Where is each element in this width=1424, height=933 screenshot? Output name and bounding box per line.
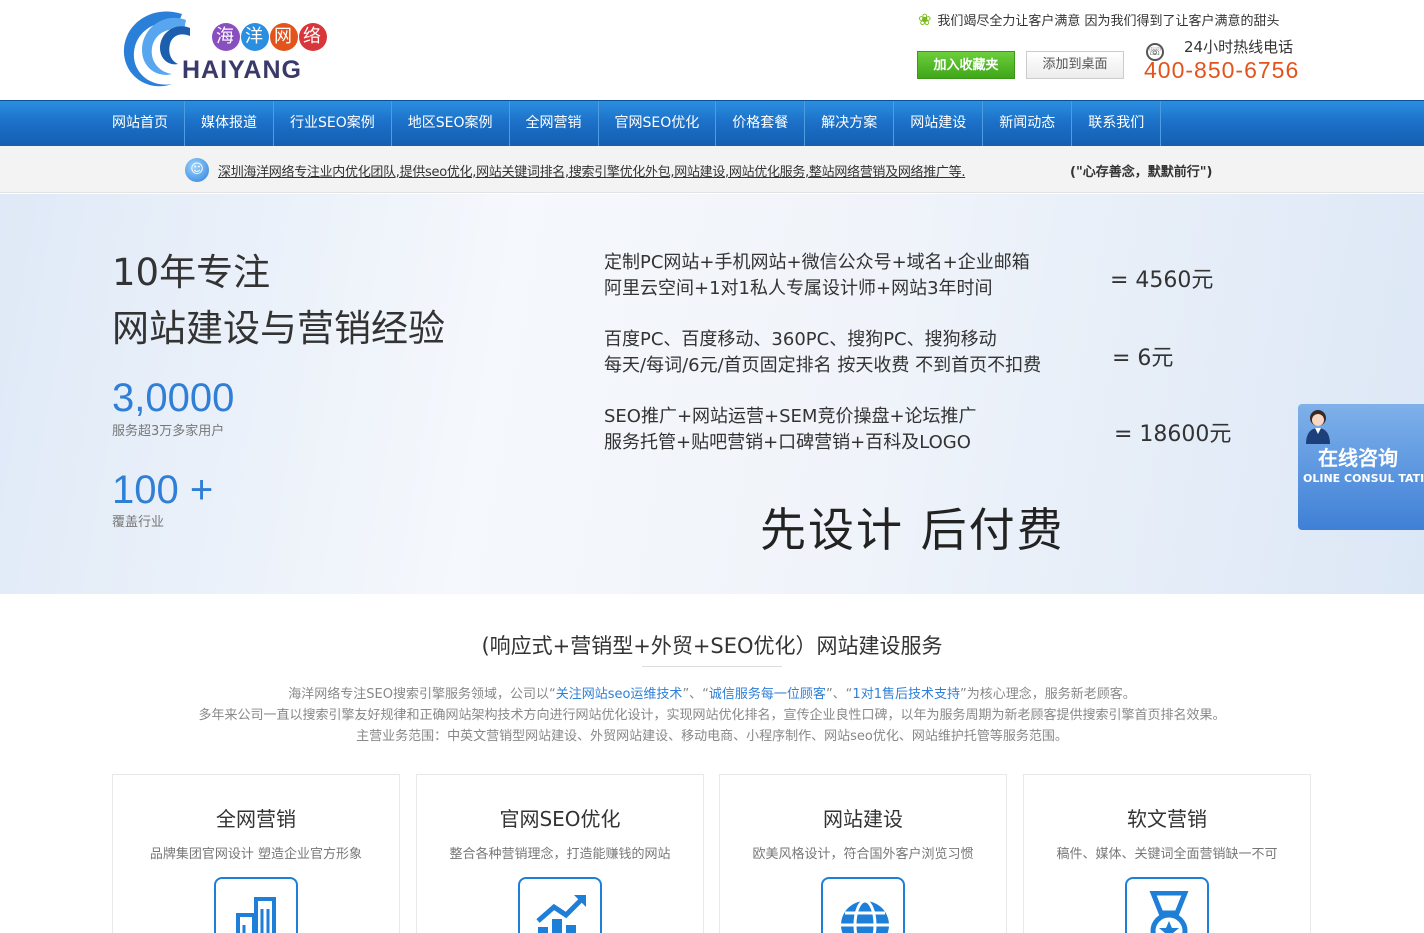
- card-title: 全网营销: [216, 807, 296, 831]
- hero-banner: 10年专注 网站建设与营销经验 3,0000 服务超3万多家用户 100 + 覆…: [0, 194, 1424, 594]
- services-title-divider: [642, 666, 782, 667]
- nav-item-official-seo[interactable]: 官网SEO优化: [599, 101, 717, 147]
- nav-item-contact[interactable]: 联系我们: [1072, 101, 1162, 147]
- notice-motto: ("心存善念，默默前行"): [1070, 165, 1213, 180]
- header-slogan: ❀ 我们竭尽全力让客户满意 因为我们得到了让客户满意的甜头: [918, 10, 1280, 29]
- package-1-line1: 定制PC网站+手机网站+微信公众号+域名+企业邮箱: [604, 252, 1030, 273]
- page: 海洋网络 HAIYANG ❀ 我们竭尽全力让客户满意 因为我们得到了让客户满意的甜…: [0, 0, 1424, 933]
- nav-item-media[interactable]: 媒体报道: [185, 101, 274, 147]
- card-title: 官网SEO优化: [499, 807, 621, 831]
- add-to-desktop-button[interactable]: 添加到桌面: [1026, 51, 1124, 79]
- header: 海洋网络 HAIYANG ❀ 我们竭尽全力让客户满意 因为我们得到了让客户满意的甜…: [0, 0, 1424, 100]
- package-2-line1: 百度PC、百度移动、360PC、搜狗PC、搜狗移动: [604, 329, 997, 350]
- card-title: 软文营销: [1127, 807, 1207, 831]
- leaf-icon: ❀: [918, 10, 932, 29]
- consult-title: 在线咨询: [1318, 446, 1398, 470]
- package-3-line2: 服务托管+贴吧营销+口碑营销+百科及LOGO: [604, 432, 971, 453]
- online-consult-widget[interactable]: 在线咨询 OLINE CONSUL TATION: [1298, 404, 1424, 530]
- services-desc-line1: 海洋网络专注SEO搜索引擎服务领域，公司以“关注网站seo运维技术”、“诚信服务…: [0, 683, 1424, 702]
- buildings-icon: [214, 877, 298, 933]
- package-2-price: = 6元: [1112, 346, 1174, 371]
- package-2-line2: 每天/每词/6元/首页固定排名 按天收费 不到首页不扣费: [604, 355, 1042, 376]
- globe-icon: [821, 877, 905, 933]
- agent-avatar-icon: [1306, 410, 1330, 444]
- package-1-line2: 阿里云空间+1对1私人专属设计师+网站3年时间: [604, 278, 993, 299]
- card-subtitle: 稿件、媒体、关键词全面营销缺一不可: [1056, 847, 1278, 862]
- package-3: SEO推广+网站运营+SEM竞价操盘+论坛推广 服务托管+贴吧营销+口碑营销+百…: [604, 404, 977, 456]
- medal-icon: [1125, 877, 1209, 933]
- service-card-marketing[interactable]: 全网营销 品牌集团官网设计 塑造企业官方形象: [112, 774, 400, 933]
- desc-text: 海洋网络专注SEO搜索引擎服务领域，公司以“: [288, 687, 556, 702]
- nav-item-marketing[interactable]: 全网营销: [510, 101, 599, 147]
- nav-item-website-build[interactable]: 网站建设: [894, 101, 984, 147]
- services-desc-line3: 主营业务范围：中英文营销型网站建设、外贸网站建设、移动电商、小程序制作、网站se…: [356, 729, 1068, 744]
- hotline-number: 400-850-6756: [1144, 57, 1300, 83]
- package-1: 定制PC网站+手机网站+微信公众号+域名+企业邮箱 阿里云空间+1对1私人专属设…: [604, 250, 1030, 302]
- desc-highlight: 诚信服务每一位顾客: [708, 687, 826, 702]
- logo-char: 络: [299, 23, 327, 51]
- hero-title-line2: 网站建设与营销经验: [112, 307, 445, 350]
- desc-text: ”、“: [825, 687, 853, 702]
- stat-users-label: 服务超3万多家用户: [112, 424, 225, 439]
- notice-link[interactable]: 深圳海洋网络专注业内优化团队,提供seo优化,网站关键词排名,搜索引擎优化外包,…: [218, 161, 965, 180]
- notice-bar: ☺ 深圳海洋网络专注业内优化团队,提供seo优化,网站关键词排名,搜索引擎优化外…: [0, 146, 1424, 193]
- hero-title-line1: 10年专注: [112, 251, 271, 294]
- nav-item-home[interactable]: 网站首页: [96, 101, 185, 147]
- desc-text: ”、“: [682, 687, 709, 702]
- card-subtitle: 品牌集团官网设计 塑造企业官方形象: [149, 847, 363, 862]
- nav-item-solutions[interactable]: 解决方案: [805, 101, 895, 147]
- main-nav: 网站首页 媒体报道 行业SEO案例 地区SEO案例 全网营销 官网SEO优化 价…: [0, 100, 1424, 147]
- service-card-website[interactable]: 网站建设 欧美风格设计，符合国外客户浏览习惯: [719, 774, 1007, 933]
- stat-industries-value: 100 +: [112, 468, 214, 512]
- package-2: 百度PC、百度移动、360PC、搜狗PC、搜狗移动 每天/每词/6元/首页固定排…: [604, 327, 1041, 379]
- hero-tagline: 先设计 后付费: [760, 503, 1065, 557]
- package-3-line1: SEO推广+网站运营+SEM竞价操盘+论坛推广: [604, 406, 977, 427]
- services-title: (响应式+营销型+外贸+SEO优化）网站建设服务: [481, 634, 943, 658]
- chart-growth-icon: [518, 877, 602, 933]
- desc-highlight: 1对1售后技术支持: [852, 687, 960, 702]
- nav-item-news[interactable]: 新闻动态: [983, 101, 1073, 147]
- card-title: 网站建设: [823, 807, 903, 831]
- logo-char: 海: [212, 23, 240, 51]
- consult-subtitle: OLINE CONSUL TATION: [1303, 472, 1424, 485]
- desc-highlight: 关注网站seo运维技术: [555, 687, 683, 702]
- logo-chinese: 海洋网络: [212, 20, 328, 51]
- logo-english: HAIYANG: [182, 56, 302, 84]
- stat-industries-label: 覆盖行业: [112, 515, 165, 530]
- nav-item-pricing[interactable]: 价格套餐: [716, 101, 806, 147]
- stat-users-value: 3,0000: [112, 376, 235, 420]
- services-desc-line2: 多年来公司一直以搜索引擎友好规律和正确网站架构技术方向进行网站优化设计，实现网站…: [198, 708, 1226, 723]
- service-card-content[interactable]: 软文营销 稿件、媒体、关键词全面营销缺一不可: [1023, 774, 1311, 933]
- add-favorite-button[interactable]: 加入收藏夹: [917, 51, 1015, 79]
- logo-char: 洋: [241, 23, 269, 51]
- card-subtitle: 欧美风格设计，符合国外客户浏览习惯: [752, 847, 974, 862]
- package-1-price: = 4560元: [1110, 268, 1214, 293]
- logo[interactable]: 海洋网络 HAIYANG: [120, 6, 340, 90]
- nav-item-industry-seo[interactable]: 行业SEO案例: [274, 101, 392, 147]
- desc-text: ”为核心理念，服务新老顾客。: [959, 687, 1136, 702]
- card-subtitle: 整合各种营销理念，打造能赚钱的网站: [449, 847, 671, 862]
- service-card-seo[interactable]: 官网SEO优化 整合各种营销理念，打造能赚钱的网站: [416, 774, 704, 933]
- package-3-price: = 18600元: [1114, 422, 1232, 447]
- logo-char: 网: [270, 23, 298, 51]
- smiley-icon: ☺: [185, 158, 209, 182]
- nav-item-region-seo[interactable]: 地区SEO案例: [392, 101, 510, 147]
- hotline-label-text: 24小时热线电话: [1184, 38, 1294, 56]
- slogan-text: 我们竭尽全力让客户满意 因为我们得到了让客户满意的甜头: [937, 14, 1280, 29]
